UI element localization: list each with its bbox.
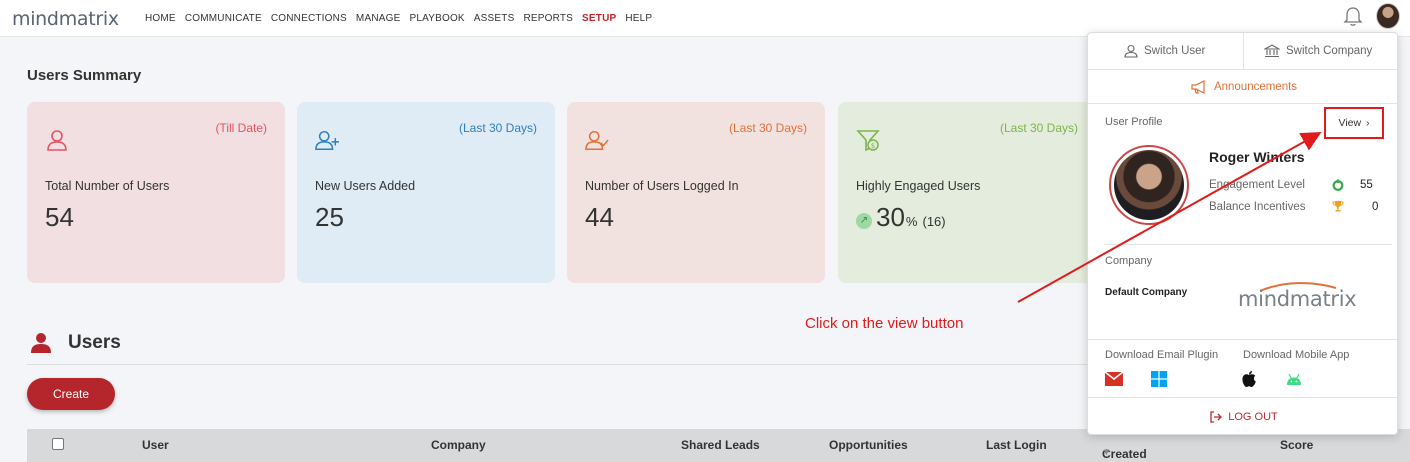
engagement-icon: [1332, 179, 1344, 191]
megaphone-icon: [1191, 79, 1205, 94]
card-count: (16): [922, 214, 946, 229]
card-label: New Users Added: [315, 179, 416, 193]
card-value: 44: [585, 202, 614, 232]
summary-title: Users Summary: [27, 67, 142, 84]
download-mobile-app-label: Download Mobile App: [1243, 349, 1350, 361]
nav-communicate[interactable]: COMMUNICATE: [185, 13, 262, 24]
card-logged-in: (Last 30 Days) Number of Users Logged In…: [567, 102, 825, 283]
chevron-right-icon: ›: [1366, 117, 1370, 129]
profile-dropdown: Switch User Switch Company Announcements…: [1087, 32, 1399, 435]
trophy-icon: [1332, 201, 1344, 212]
card-label: Number of Users Logged In: [585, 179, 739, 193]
app-logo[interactable]: mindmatrix: [12, 8, 119, 30]
windows-icon[interactable]: [1151, 371, 1167, 387]
card-new-users: (Last 30 Days) New Users Added 25: [297, 102, 555, 283]
svg-text:$: $: [871, 142, 875, 150]
bank-icon: [1264, 44, 1280, 58]
card-value: 54: [45, 202, 74, 232]
section-divider: [27, 364, 1087, 365]
company-logo: mindmatrix: [1238, 287, 1357, 311]
card-value: 30: [876, 202, 905, 232]
nav-help[interactable]: HELP: [625, 13, 652, 24]
user-avatar[interactable]: [1376, 3, 1400, 29]
company-name: Default Company: [1105, 287, 1188, 298]
gmail-icon[interactable]: [1105, 372, 1123, 386]
trend-up-icon: ↗: [856, 212, 872, 229]
balance-incentives-label: Balance Incentives: [1209, 201, 1306, 213]
nav-connections[interactable]: CONNECTIONS: [271, 13, 347, 24]
card-label: Total Number of Users: [45, 179, 170, 193]
main-nav: HOME COMMUNICATE CONNECTIONS MANAGE PLAY…: [145, 13, 661, 24]
annotation-text: Click on the view button: [805, 315, 964, 332]
engagement-level-label: Engagement Level: [1209, 179, 1305, 191]
company-label: Company: [1105, 255, 1153, 267]
announcements-label: Announcements: [1213, 80, 1298, 93]
nav-home[interactable]: HOME: [145, 13, 176, 24]
divider: [1243, 33, 1244, 70]
col-opportunities[interactable]: Opportunities: [829, 438, 908, 452]
nav-playbook[interactable]: PLAYBOOK: [409, 13, 464, 24]
balance-incentives-value: 0: [1372, 201, 1379, 213]
user-icon: [1124, 44, 1138, 58]
view-profile-button[interactable]: View ›: [1324, 107, 1384, 139]
card-engaged-users: $ (Last 30 Days) Highly Engaged Users ↗ …: [838, 102, 1096, 283]
users-header: Users: [30, 332, 121, 354]
profile-user-name: Roger Winters: [1209, 149, 1305, 165]
col-shared-leads[interactable]: Shared Leads: [681, 438, 760, 452]
switch-user-label: Switch User: [1144, 45, 1206, 57]
user-profile-label: User Profile: [1105, 116, 1163, 128]
card-value-group: ↗ 30 % (16): [856, 202, 946, 233]
card-total-users: (Till Date) Total Number of Users 54: [27, 102, 285, 283]
users-title: Users: [68, 332, 121, 353]
card-period: (Last 30 Days): [728, 121, 807, 135]
download-email-plugin-label: Download Email Plugin: [1105, 349, 1219, 361]
col-last-login[interactable]: Last Login: [986, 438, 1047, 452]
logout-icon: [1210, 410, 1223, 423]
announcements-button[interactable]: Announcements: [1088, 70, 1399, 104]
card-value: 25: [315, 202, 344, 232]
user-icon: [47, 130, 67, 151]
col-score[interactable]: Score: [1280, 438, 1313, 452]
funnel-dollar-icon: $: [856, 130, 880, 152]
card-period: (Till Date): [215, 121, 267, 135]
view-label: View: [1338, 117, 1362, 129]
users-icon: [31, 333, 51, 353]
sort-down-icon[interactable]: ▼: [1102, 447, 1111, 457]
nav-reports[interactable]: REPORTS: [523, 13, 573, 24]
user-add-icon: [315, 130, 339, 150]
switch-user-button[interactable]: Switch User: [1124, 44, 1205, 58]
switch-company-button[interactable]: Switch Company: [1264, 44, 1372, 58]
create-button[interactable]: Create: [27, 378, 115, 410]
col-user[interactable]: User: [142, 438, 169, 452]
card-period: (Last 30 Days): [999, 121, 1078, 135]
divider: [1088, 339, 1399, 340]
logout-button[interactable]: LOG OUT: [1088, 398, 1399, 435]
card-unit: %: [905, 214, 918, 229]
select-all-checkbox[interactable]: [52, 438, 64, 450]
bell-icon[interactable]: [1343, 6, 1363, 28]
logout-label: LOG OUT: [1228, 410, 1278, 423]
card-period: (Last 30 Days): [458, 121, 537, 135]
switch-row: Switch User Switch Company: [1088, 33, 1399, 70]
engagement-level-value: 55: [1360, 179, 1373, 191]
nav-manage[interactable]: MANAGE: [356, 13, 401, 24]
nav-setup[interactable]: SETUP: [582, 13, 616, 24]
switch-company-label: Switch Company: [1286, 45, 1373, 57]
nav-assets[interactable]: ASSETS: [474, 13, 515, 24]
divider: [1105, 244, 1392, 245]
apple-icon[interactable]: [1241, 370, 1257, 388]
card-label: Highly Engaged Users: [856, 179, 981, 193]
user-check-icon: [585, 130, 609, 150]
profile-avatar: [1109, 145, 1189, 225]
android-icon[interactable]: [1285, 371, 1303, 387]
col-company[interactable]: Company: [431, 438, 486, 452]
